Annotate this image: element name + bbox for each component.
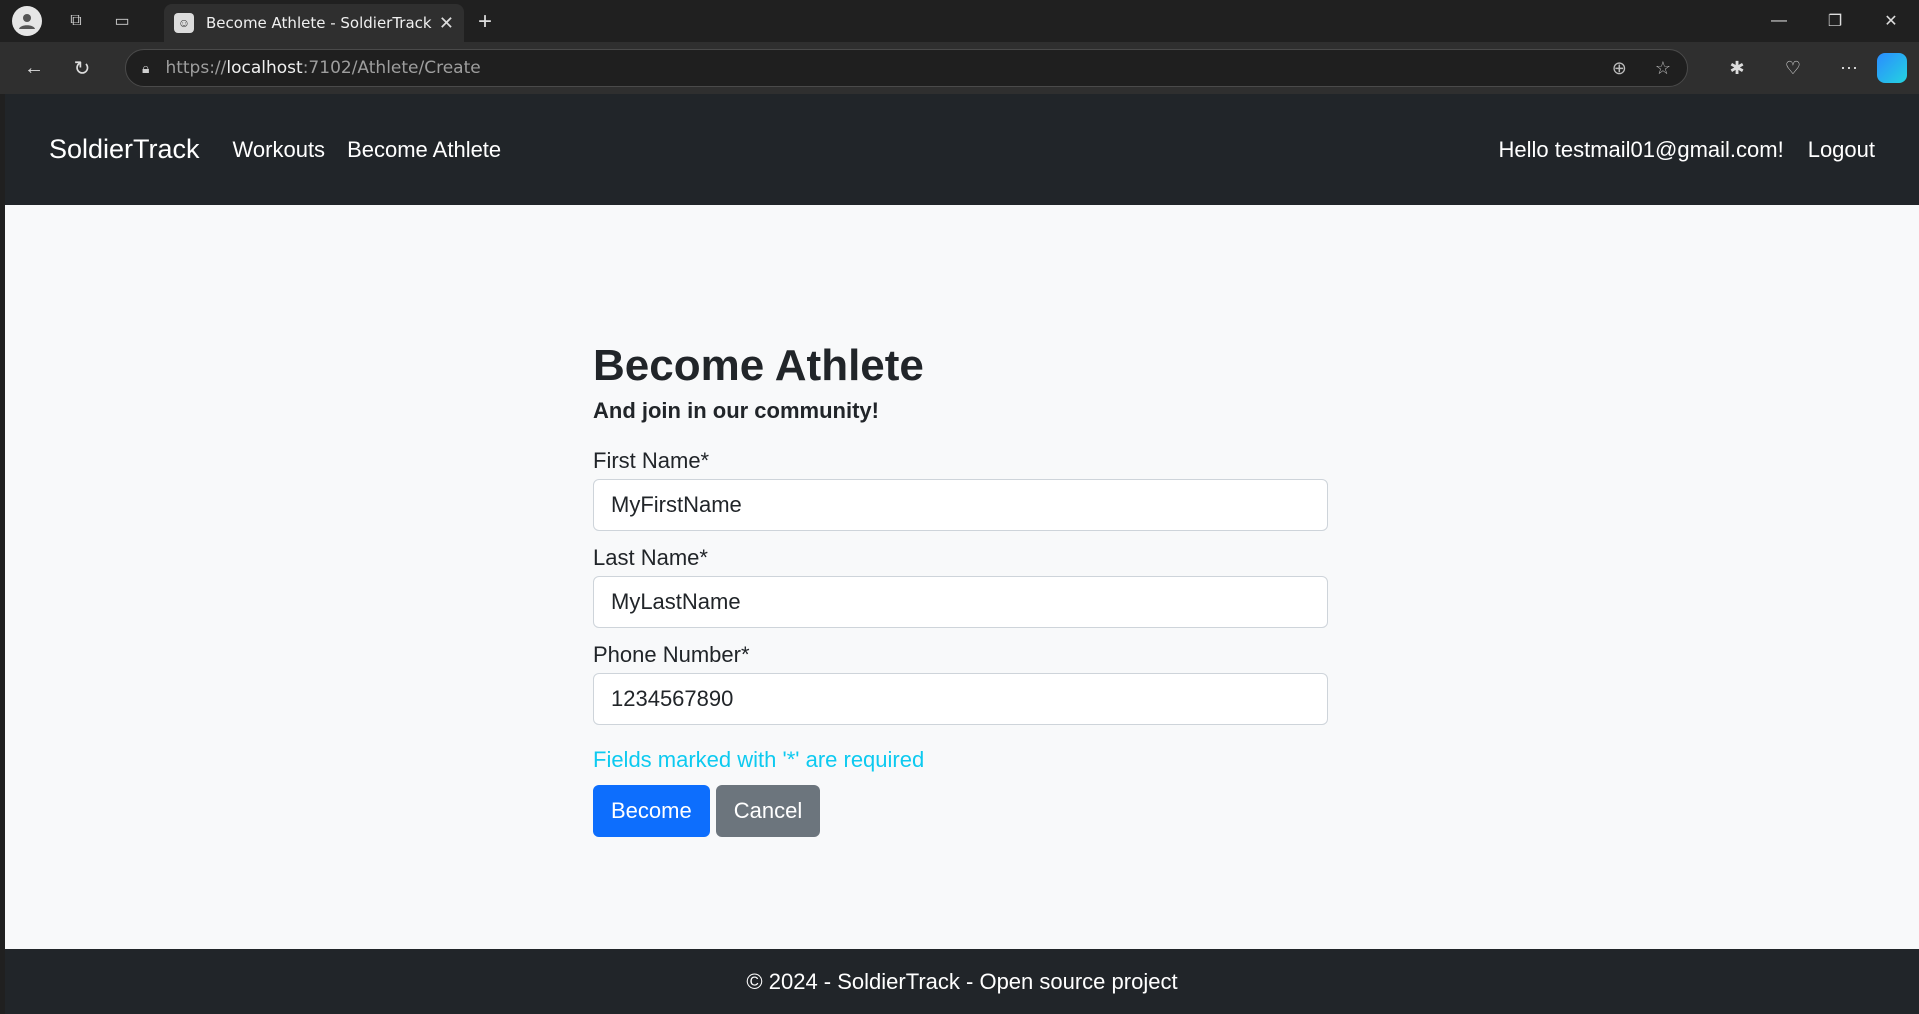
browser-toolbar: ← ↻ 🔒︎ https://localhost:7102/Athlete/Cr… bbox=[0, 42, 1919, 94]
nav-link-become-athlete[interactable]: Become Athlete bbox=[347, 137, 501, 163]
tab-close-icon[interactable]: ✕ bbox=[439, 13, 454, 34]
cancel-button[interactable]: Cancel bbox=[715, 785, 821, 837]
page-subtitle: And join in our community! bbox=[593, 398, 879, 423]
phone-number-label: Phone Number* bbox=[593, 642, 750, 667]
refresh-icon[interactable]: ↻ bbox=[62, 48, 102, 88]
first-name-input[interactable]: MyFirstName bbox=[593, 479, 1328, 531]
more-menu-icon[interactable]: ⋯ bbox=[1821, 58, 1877, 79]
first-name-label: First Name* bbox=[593, 448, 710, 473]
last-name-input[interactable]: MyLastName bbox=[593, 576, 1328, 628]
restore-icon[interactable]: ❐ bbox=[1807, 0, 1863, 42]
url-text: https://localhost:7102/Athlete/Create bbox=[165, 58, 481, 78]
become-athlete-form: Become Athlete And join in our community… bbox=[593, 340, 1328, 837]
window-controls: — ❐ ✕ bbox=[1751, 0, 1919, 42]
minimize-icon[interactable]: — bbox=[1751, 0, 1807, 42]
last-name-label: Last Name* bbox=[593, 545, 708, 570]
lock-icon[interactable]: 🔒︎ bbox=[142, 60, 149, 77]
user-greeting-link[interactable]: Hello testmail01@gmail.com! bbox=[1498, 137, 1783, 163]
browser-tab[interactable]: ☺ Become Athlete - SoldierTrack ✕ bbox=[164, 4, 464, 42]
web-page: SoldierTrack Workouts Become Athlete Hel… bbox=[5, 94, 1919, 1014]
brand-link[interactable]: SoldierTrack bbox=[49, 134, 200, 165]
copilot-icon[interactable] bbox=[1877, 53, 1907, 83]
workspaces-icon[interactable]: ⧉ bbox=[62, 7, 90, 35]
vertical-tabs-icon[interactable]: ▭ bbox=[108, 7, 136, 35]
tab-title: Become Athlete - SoldierTrack bbox=[206, 14, 432, 32]
profile-icon[interactable] bbox=[12, 6, 42, 36]
become-button[interactable]: Become bbox=[593, 785, 710, 837]
favorite-star-icon[interactable]: ☆ bbox=[1655, 58, 1671, 79]
logout-button[interactable]: Logout bbox=[1808, 137, 1875, 163]
phone-number-input[interactable]: 1234567890 bbox=[593, 673, 1328, 725]
toolbar-right: ✱ ♡ ⋯ bbox=[1709, 42, 1919, 94]
zoom-icon[interactable]: ⊕ bbox=[1612, 58, 1627, 79]
page-title: Become Athlete bbox=[593, 341, 924, 390]
nav-user-area: Hello testmail01@gmail.com! Logout bbox=[1498, 137, 1875, 163]
browser-essentials-icon[interactable]: ♡ bbox=[1765, 58, 1821, 79]
address-bar[interactable]: 🔒︎ https://localhost:7102/Athlete/Create… bbox=[125, 49, 1688, 87]
back-icon[interactable]: ← bbox=[14, 48, 54, 88]
site-footer: © 2024 - SoldierTrack - Open source proj… bbox=[5, 949, 1919, 1014]
form-actions: Become Cancel bbox=[593, 785, 1328, 837]
browser-tabbar: ⧉ ▭ ☺ Become Athlete - SoldierTrack ✕ + … bbox=[0, 0, 1919, 42]
favicon-icon: ☺ bbox=[174, 13, 194, 33]
close-window-icon[interactable]: ✕ bbox=[1863, 0, 1919, 42]
site-navbar: SoldierTrack Workouts Become Athlete Hel… bbox=[5, 94, 1919, 205]
nav-link-workouts[interactable]: Workouts bbox=[233, 137, 326, 163]
new-tab-icon[interactable]: + bbox=[478, 8, 492, 36]
required-fields-hint: Fields marked with '*' are required bbox=[593, 747, 925, 772]
extensions-icon[interactable]: ✱ bbox=[1709, 58, 1765, 79]
